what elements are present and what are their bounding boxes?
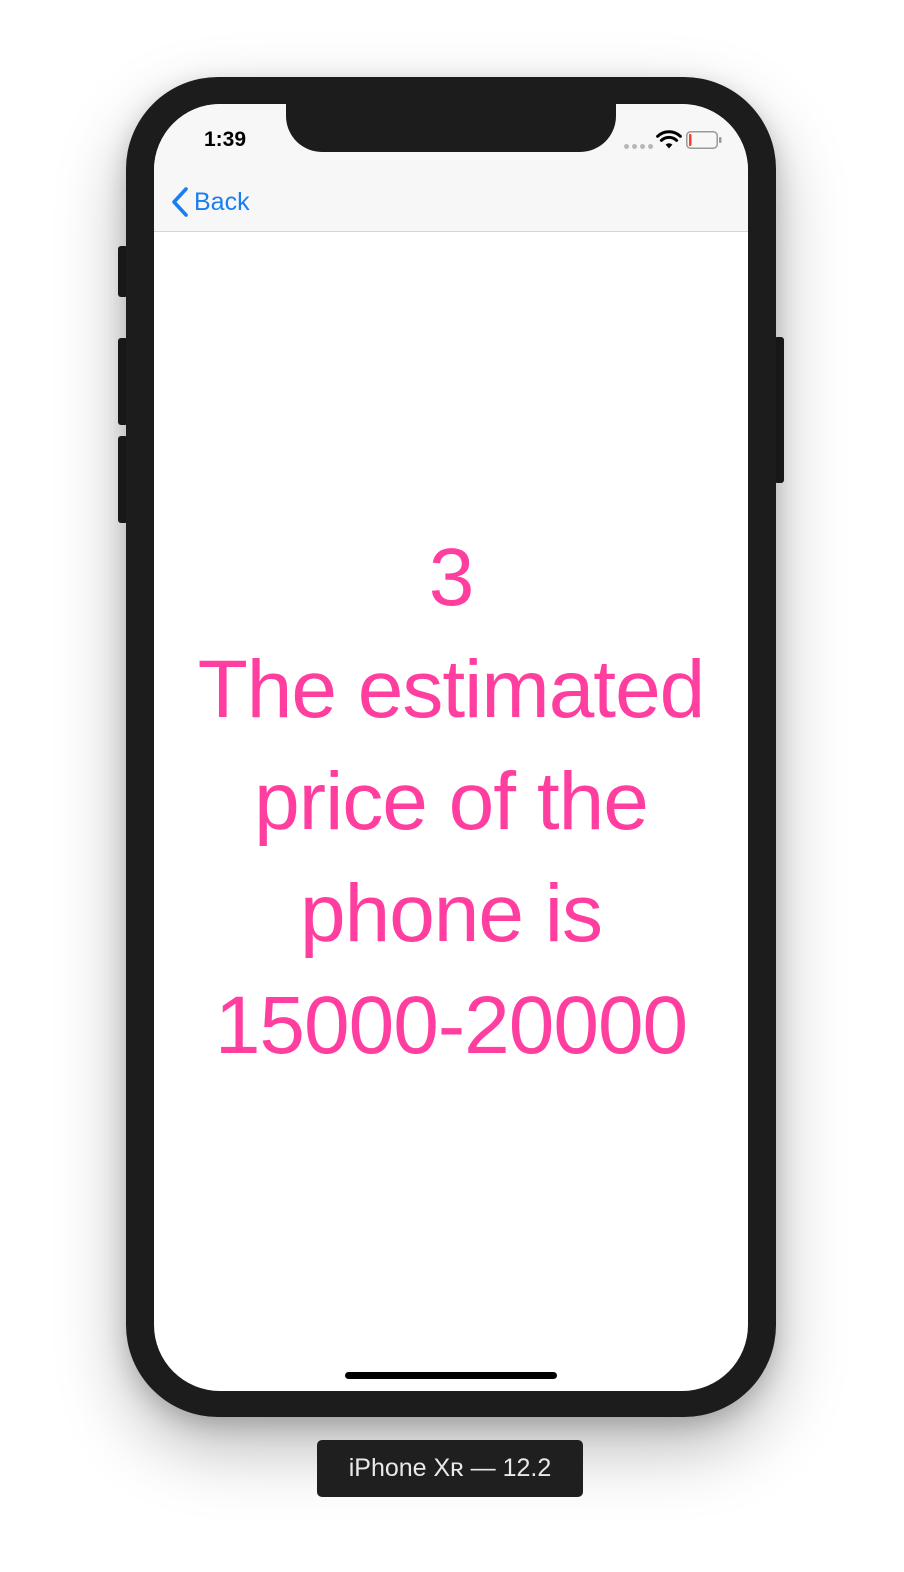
phone-screen: 1:39 Back 3 The estimated price of the p… [154, 104, 748, 1391]
result-number: 3 [428, 531, 475, 623]
back-button-label: Back [194, 187, 250, 216]
simulator-stage: 1:39 Back 3 The estimated price of the p… [0, 0, 904, 1572]
price-estimate-text: 3 The estimated price of the phone is 15… [197, 522, 706, 1082]
result-line-3: phone is [299, 867, 603, 959]
status-time: 1:39 [204, 128, 247, 151]
result-line-2: price of the [254, 755, 649, 847]
result-line-1: The estimated [197, 643, 706, 735]
back-button[interactable]: Back [170, 184, 250, 220]
main-content: 3 The estimated price of the phone is 15… [154, 232, 748, 1391]
result-price-range: 15000-20000 [214, 979, 688, 1071]
device-label: iPhone Xʀ — 12.2 [317, 1440, 583, 1497]
battery-icon [686, 131, 722, 149]
wifi-icon [656, 130, 682, 149]
chevron-left-icon [172, 187, 188, 217]
home-indicator[interactable] [345, 1372, 557, 1379]
cellular-signal-icon [624, 144, 653, 149]
camera-notch [286, 104, 616, 152]
